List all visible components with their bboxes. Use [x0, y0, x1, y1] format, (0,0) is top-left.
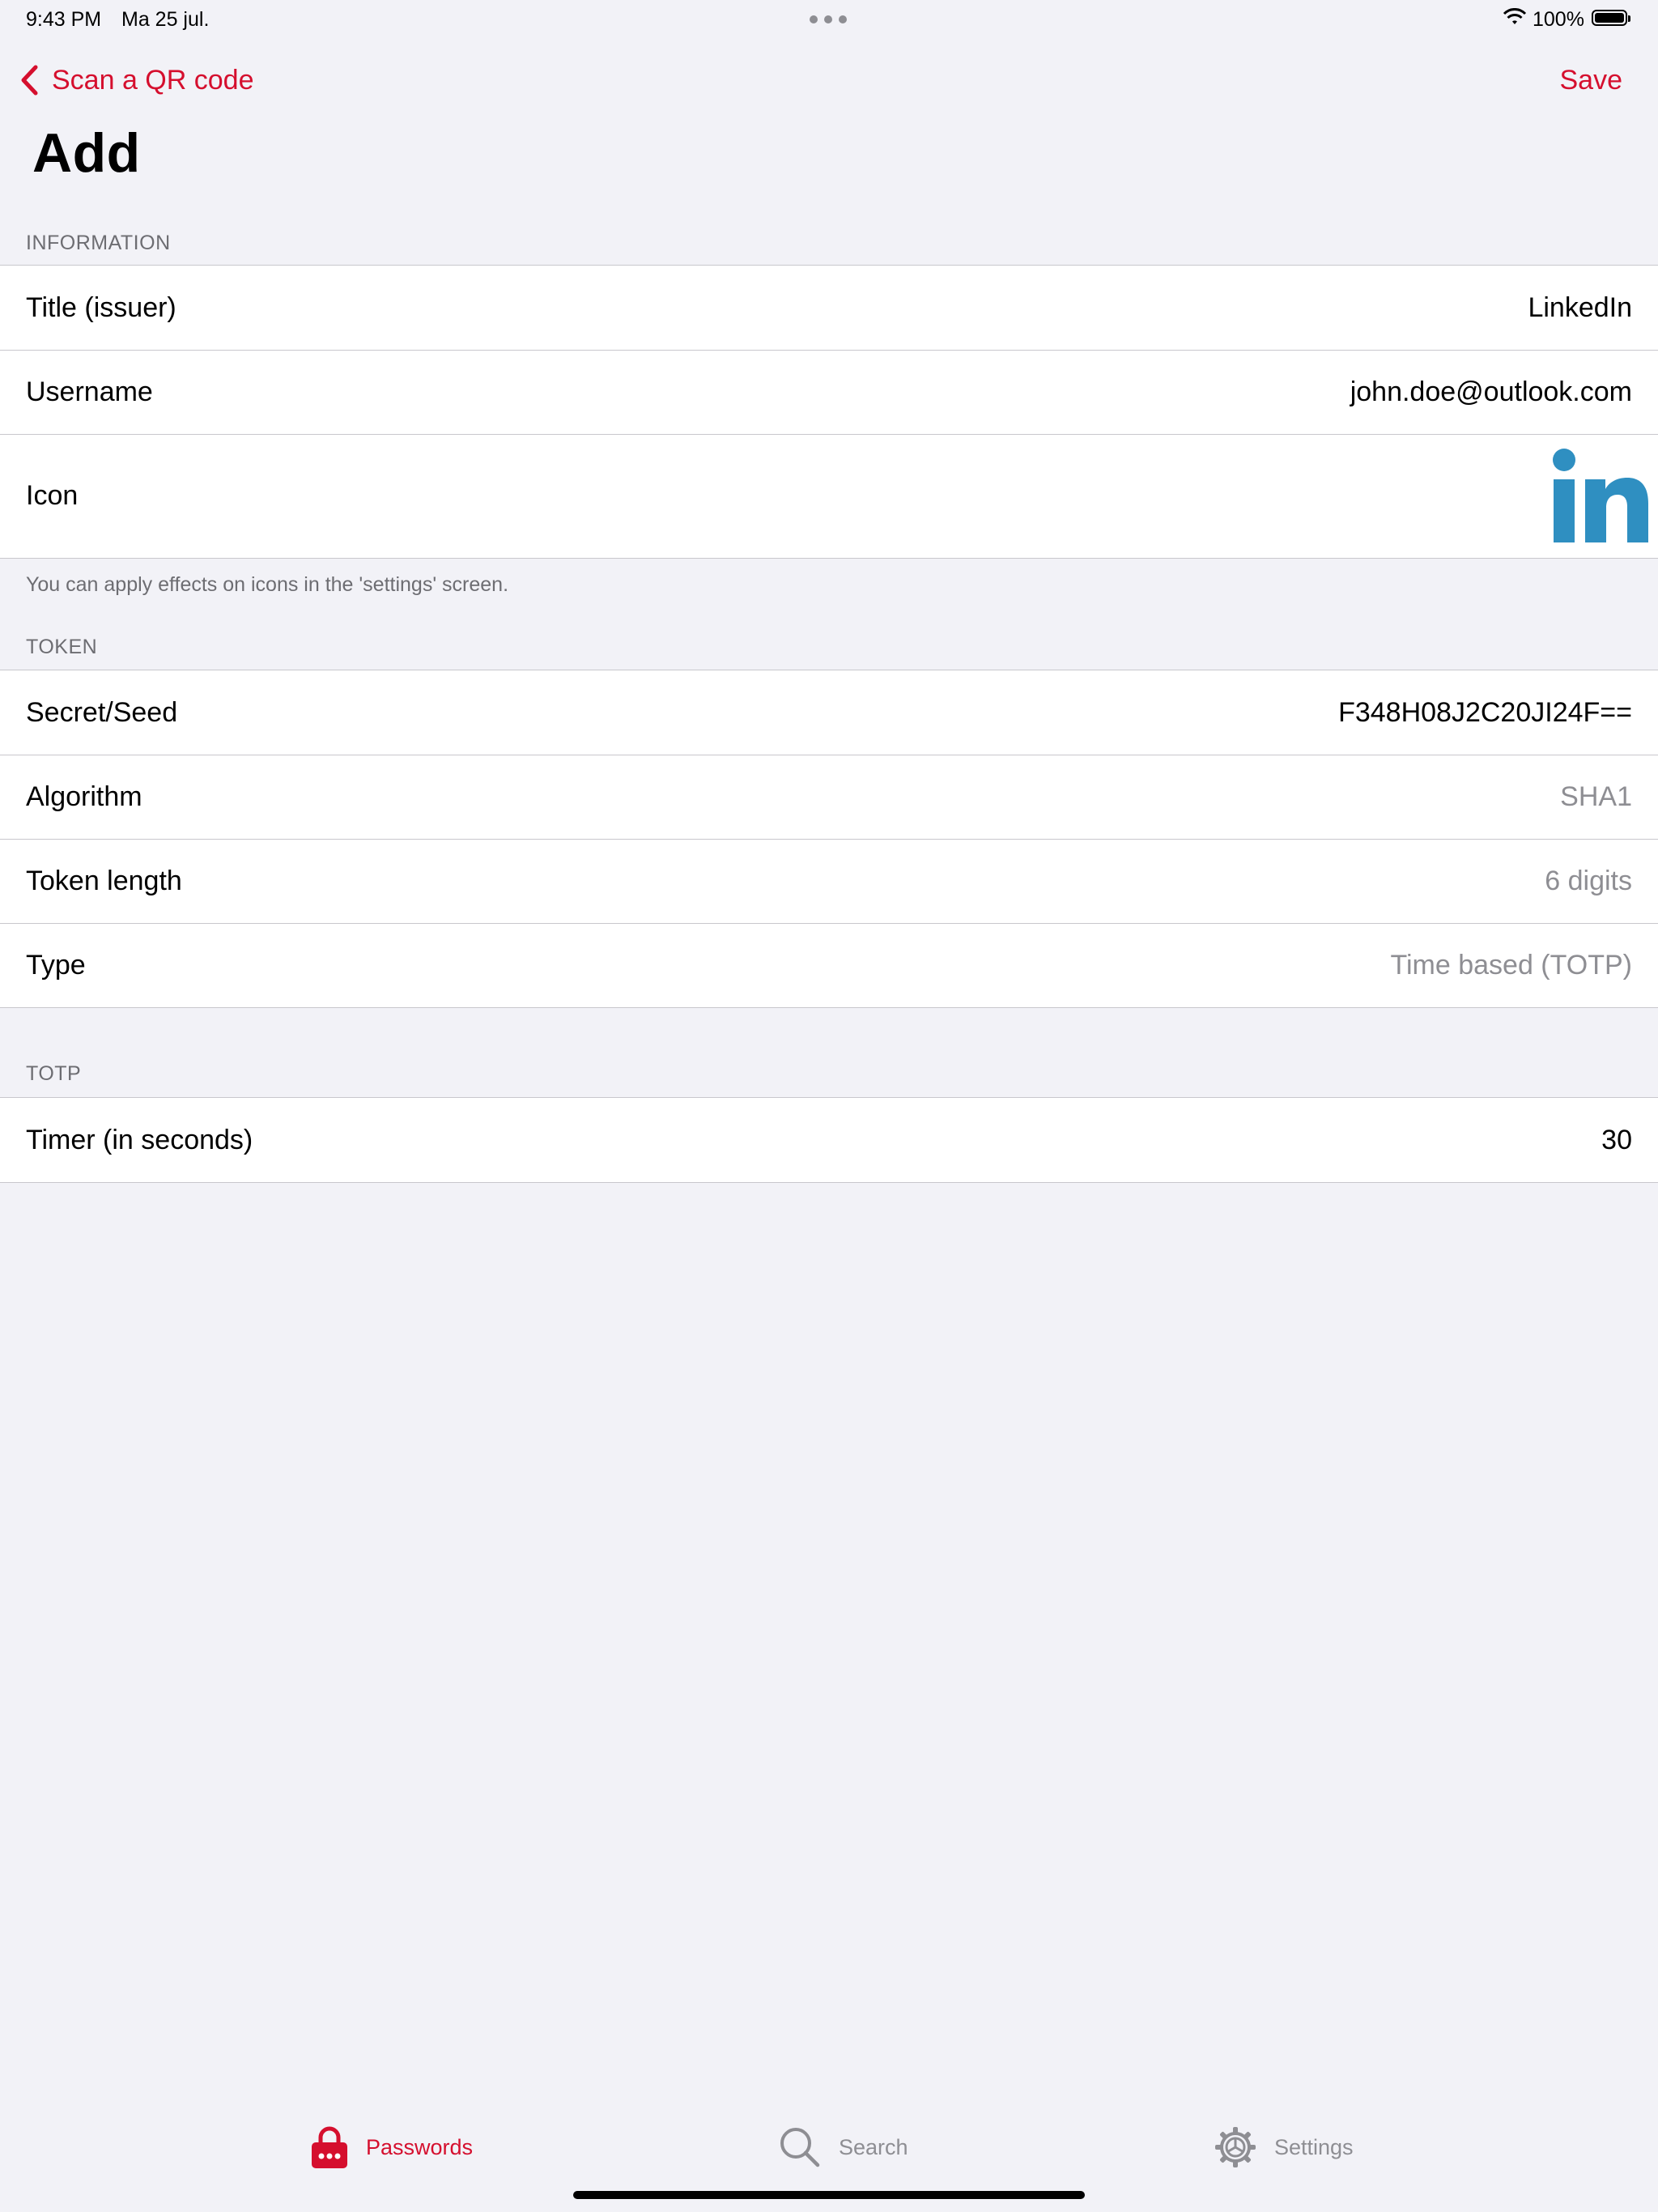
lock-icon	[312, 2126, 347, 2168]
secret-value[interactable]: F348H08J2C20JI24F==	[1338, 697, 1632, 729]
multitask-dots-icon[interactable]	[810, 10, 848, 29]
back-button[interactable]: Scan a QR code	[18, 60, 253, 100]
secret-label: Secret/Seed	[26, 696, 178, 728]
wifi-icon	[1503, 8, 1527, 24]
tab-passwords[interactable]: Passwords	[311, 2123, 473, 2172]
type-value[interactable]: Time based (TOTP)	[1390, 950, 1632, 981]
chevron-left-icon	[21, 65, 38, 96]
secret-row[interactable]: Secret/Seed F348H08J2C20JI24F==	[0, 670, 1658, 755]
timer-row[interactable]: Timer (in seconds) 30	[0, 1098, 1658, 1182]
type-row[interactable]: Type Time based (TOTP)	[0, 923, 1658, 1007]
save-button[interactable]: Save	[1560, 60, 1623, 100]
linkedin-logo-icon[interactable]	[1546, 445, 1648, 547]
timer-label: Timer (in seconds)	[26, 1124, 253, 1155]
title-label: Title (issuer)	[26, 291, 176, 323]
tab-settings[interactable]: Settings	[1214, 2123, 1354, 2172]
totp-group: Timer (in seconds) 30	[0, 1097, 1658, 1183]
username-value[interactable]: john.doe@outlook.com	[1350, 376, 1632, 408]
status-bar: 9:43 PM Ma 25 jul. 100%	[0, 0, 1658, 39]
tab-search-label: Search	[839, 2134, 908, 2159]
status-time: 9:43 PM	[26, 8, 102, 31]
title-row[interactable]: Title (issuer) LinkedIn	[0, 266, 1658, 350]
username-label: Username	[26, 376, 153, 407]
information-group: Title (issuer) LinkedIn Username john.do…	[0, 265, 1658, 559]
username-row[interactable]: Username john.doe@outlook.com	[0, 350, 1658, 434]
section-header-totp: TOTP	[26, 1062, 82, 1085]
token-group: Secret/Seed F348H08J2C20JI24F== Algorith…	[0, 670, 1658, 1008]
icon-row[interactable]: Icon	[0, 434, 1658, 558]
algorithm-row[interactable]: Algorithm SHA1	[0, 755, 1658, 839]
tab-settings-label: Settings	[1274, 2134, 1354, 2159]
token-length-value[interactable]: 6 digits	[1545, 866, 1632, 897]
algorithm-value[interactable]: SHA1	[1560, 781, 1632, 813]
title-value[interactable]: LinkedIn	[1528, 292, 1632, 324]
section-header-token: TOKEN	[26, 636, 98, 658]
token-length-label: Token length	[26, 865, 182, 896]
home-indicator[interactable]	[573, 2191, 1085, 2199]
timer-value[interactable]: 30	[1601, 1125, 1632, 1156]
back-button-label: Scan a QR code	[52, 64, 254, 96]
section-header-information: INFORMATION	[26, 232, 171, 254]
icon-label: Icon	[26, 480, 79, 511]
token-length-row[interactable]: Token length 6 digits	[0, 839, 1658, 923]
algorithm-label: Algorithm	[26, 781, 142, 812]
battery-icon	[1592, 10, 1630, 26]
gear-icon	[1215, 2127, 1256, 2167]
status-date: Ma 25 jul.	[121, 8, 210, 31]
tab-search[interactable]: Search	[779, 2123, 908, 2172]
icon-effects-note: You can apply effects on icons in the 's…	[26, 573, 509, 596]
type-label: Type	[26, 949, 86, 981]
magnifier-icon	[780, 2128, 820, 2167]
battery-percent: 100%	[1533, 8, 1584, 31]
page-title: Add	[32, 122, 141, 184]
tab-passwords-label: Passwords	[366, 2134, 474, 2159]
